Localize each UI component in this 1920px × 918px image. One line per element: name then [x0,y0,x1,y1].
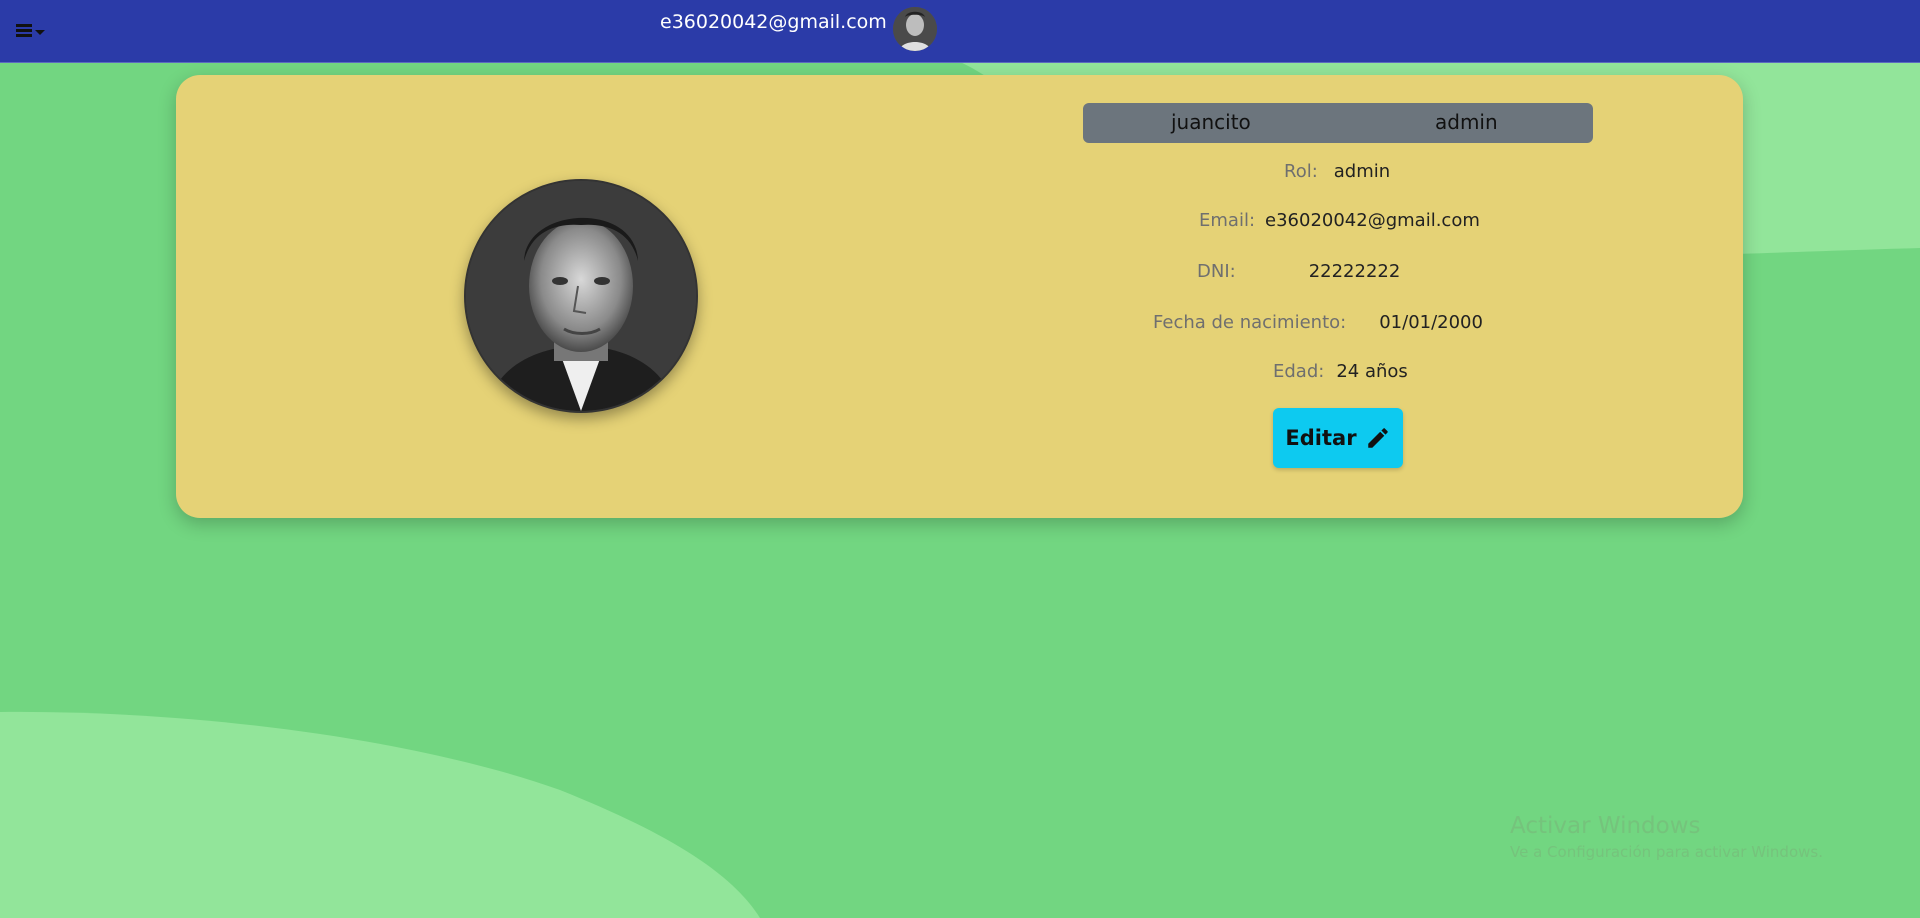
field-value: 24 años [1336,361,1408,382]
field-value: admin [1333,161,1391,182]
top-navbar: e36020042@gmail.com [0,0,1920,63]
field-label: Email: [1199,210,1256,231]
watermark-subtitle: Ve a Configuración para activar Windows. [1510,843,1823,861]
field-email: Email: e36020042@gmail.com [1199,210,1480,231]
field-label: Rol: [1284,161,1318,182]
profile-name-bar: juancito admin [1083,103,1593,143]
field-edad: Edad: 24 años [1273,361,1408,382]
role-badge: admin [1435,110,1498,134]
username: juancito [1171,110,1251,134]
field-label: Edad: [1273,361,1325,382]
profile-card: juancito admin Rol: admin Email: e360200… [176,75,1743,518]
watermark-title: Activar Windows [1510,813,1701,839]
pencil-icon [1367,428,1388,448]
field-value: 22222222 [1308,261,1401,282]
avatar-photo-icon [893,7,937,51]
field-fecha-nacimiento: Fecha de nacimiento: 01/01/2000 [1153,312,1483,333]
menu-dropdown-toggle[interactable] [16,19,52,43]
field-label: DNI: [1197,261,1236,282]
edit-button-label: Editar [1285,426,1357,450]
field-value: e36020042@gmail.com [1265,210,1480,231]
field-value: 01/01/2000 [1379,312,1483,333]
menu-icon [16,24,32,38]
user-email: e36020042@gmail.com [660,11,887,33]
field-rol: Rol: admin [1284,161,1390,182]
field-label: Fecha de nacimiento: [1153,312,1347,333]
profile-photo [464,179,698,413]
caret-down-icon [35,29,45,35]
field-dni: DNI: 22222222 [1197,261,1400,282]
profile-portrait-icon [466,181,696,411]
user-avatar[interactable] [893,7,937,51]
edit-button[interactable]: Editar [1273,408,1403,468]
windows-activation-watermark: Activar Windows Ve a Configuración para … [1510,813,1823,861]
